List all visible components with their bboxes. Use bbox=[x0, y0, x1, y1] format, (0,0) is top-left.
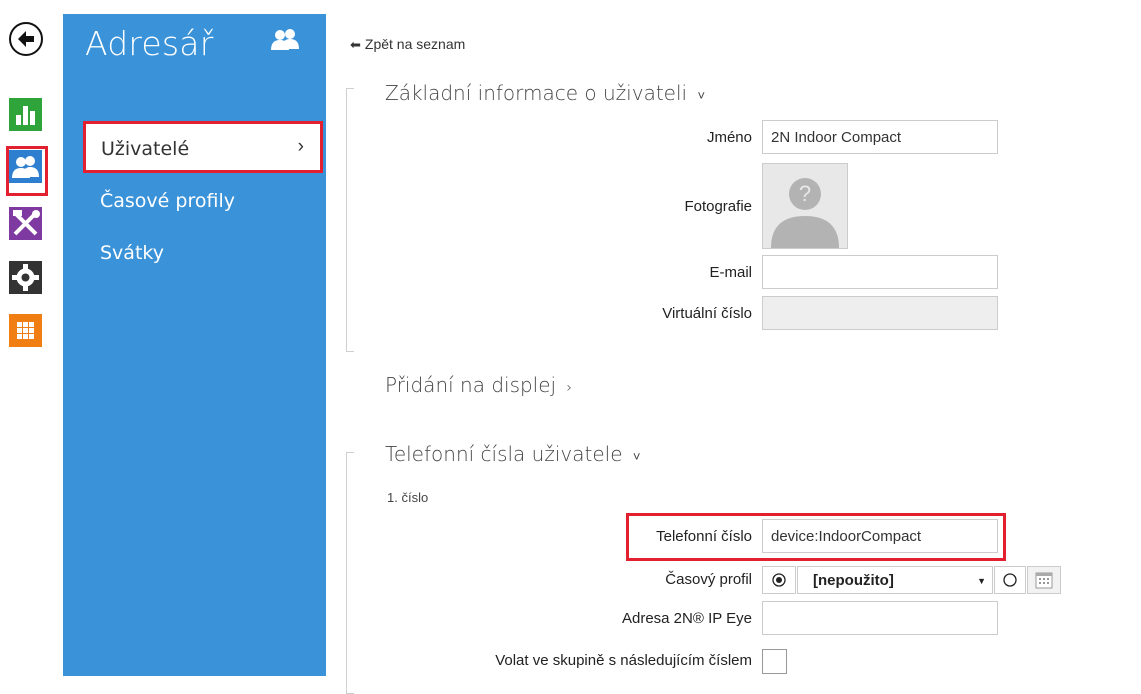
virtual-number-field bbox=[762, 296, 998, 330]
time-profile-select[interactable]: [nepoužito] ▼ bbox=[797, 566, 993, 594]
tools-icon bbox=[13, 210, 40, 236]
back-button[interactable] bbox=[9, 22, 43, 56]
calendar-button[interactable] bbox=[1027, 566, 1061, 594]
email-field[interactable] bbox=[762, 255, 998, 289]
phone-number-label: Telefonní číslo bbox=[656, 528, 752, 545]
name-label: Jméno bbox=[706, 129, 752, 146]
phone-1-label: 1. číslo bbox=[387, 490, 429, 505]
status-chart-icon bbox=[16, 106, 35, 125]
chevron-right-icon: › bbox=[566, 380, 573, 396]
section-phones-title: Telefonní čísla uživatele bbox=[385, 442, 623, 466]
menu-item-users[interactable]: Uživatelé › bbox=[83, 121, 323, 173]
page-title: Adresář bbox=[85, 24, 214, 63]
time-profile-radio-custom[interactable] bbox=[994, 566, 1026, 594]
chevron-down-icon: ˅ bbox=[697, 89, 706, 104]
radio-empty-icon bbox=[1003, 573, 1017, 587]
services-nav-button[interactable] bbox=[9, 261, 42, 294]
section-bracket bbox=[346, 452, 354, 694]
status-nav-button[interactable] bbox=[9, 98, 42, 131]
gear-icon bbox=[12, 264, 39, 291]
section-phones[interactable]: Telefonní čísla uživatele ˅ bbox=[385, 442, 640, 466]
email-label: E-mail bbox=[709, 264, 752, 281]
section-display[interactable]: Přidání na displej › bbox=[385, 373, 572, 397]
unknown-person-icon: ? bbox=[763, 164, 847, 248]
phone-number-input[interactable]: device:IndoorCompact bbox=[762, 519, 998, 553]
back-link-label: Zpět na seznam bbox=[364, 36, 466, 52]
hardware-nav-button[interactable] bbox=[9, 207, 42, 240]
svg-text:?: ? bbox=[799, 181, 811, 206]
name-input[interactable]: 2N Indoor Compact bbox=[762, 120, 998, 154]
group-call-checkbox[interactable] bbox=[762, 649, 787, 674]
ip-eye-label: Adresa 2N® IP Eye bbox=[621, 610, 752, 627]
menu-item-holidays[interactable]: Svátky bbox=[100, 242, 164, 264]
section-display-title: Přidání na displej bbox=[385, 373, 557, 397]
back-to-list-link[interactable]: ⬅ Zpět na seznam bbox=[350, 36, 465, 53]
group-call-label: Volat ve skupině s následujícím číslem bbox=[495, 652, 752, 669]
photo-label: Fotografie bbox=[684, 198, 752, 215]
section-menu bbox=[63, 14, 326, 676]
directory-nav-highlight bbox=[6, 146, 48, 196]
time-profile-label: Časový profil bbox=[665, 571, 752, 588]
section-basic-info[interactable]: Základní informace o uživateli ˅ bbox=[385, 81, 705, 105]
calendar-icon bbox=[1035, 572, 1053, 589]
back-arrow-icon: ⬅ bbox=[350, 37, 361, 52]
chevron-down-icon: ˅ bbox=[632, 450, 641, 465]
menu-item-label: Uživatelé bbox=[101, 138, 190, 160]
ip-eye-input[interactable] bbox=[762, 601, 998, 635]
photo-upload[interactable]: ? bbox=[762, 163, 848, 249]
section-basic-info-title: Základní informace o uživateli bbox=[385, 81, 688, 105]
menu-item-time-profiles[interactable]: Časové profily bbox=[100, 190, 235, 212]
time-profile-value: [nepoužito] bbox=[813, 572, 894, 589]
time-profile-radio-select[interactable] bbox=[762, 566, 796, 594]
radio-selected-icon bbox=[772, 573, 786, 587]
back-arrow-icon bbox=[18, 31, 34, 47]
caret-down-icon: ▼ bbox=[977, 576, 986, 586]
section-bracket bbox=[346, 88, 354, 352]
virtual-number-label: Virtuální číslo bbox=[662, 305, 752, 322]
users-icon bbox=[270, 28, 300, 57]
chevron-right-icon: › bbox=[297, 136, 304, 157]
system-nav-button[interactable] bbox=[9, 314, 42, 347]
grid-icon bbox=[17, 322, 34, 339]
